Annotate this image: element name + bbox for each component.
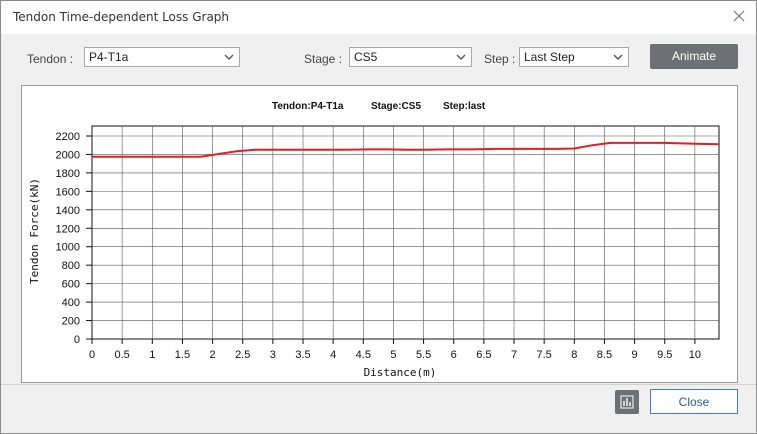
y-axis-label: Tendon Force(kN): [28, 178, 41, 284]
tendon-label: Tendon :: [27, 52, 74, 66]
title-bar: Tendon Time-dependent Loss Graph: [1, 1, 756, 34]
x-tick-label: 8.5: [597, 349, 612, 361]
x-tick-label: 5: [390, 349, 396, 361]
chevron-down-icon: [456, 54, 466, 60]
x-tick-label: 4.5: [356, 349, 371, 361]
x-axis-label: Distance(m): [364, 366, 437, 379]
x-tick-label: 6: [451, 349, 457, 361]
window-title: Tendon Time-dependent Loss Graph: [13, 10, 230, 24]
x-tick-label: 5.5: [416, 349, 431, 361]
chart-view-button[interactable]: [615, 390, 639, 414]
x-tick-label: 0.5: [114, 349, 129, 361]
tendon-force-chart: Tendon:P4-T1a Stage:CS5 Step:last 020040…: [28, 101, 720, 379]
close-button[interactable]: Close: [650, 389, 738, 414]
y-tick-label: 400: [62, 297, 80, 309]
chart-header-tendon: Tendon:P4-T1a: [272, 101, 344, 112]
y-tick-label: 200: [62, 316, 80, 328]
chevron-down-icon: [613, 54, 623, 60]
step-select[interactable]: Last Step: [519, 47, 629, 67]
stage-select-value: CS5: [354, 50, 378, 64]
y-tick-label: 1800: [56, 168, 80, 180]
x-tick-label: 3: [270, 349, 276, 361]
step-label: Step :: [484, 52, 516, 66]
tendon-select-value: P4-T1a: [89, 50, 129, 64]
x-tick-label: 1: [149, 349, 155, 361]
y-tick-label: 1400: [56, 205, 80, 217]
stage-label: Stage :: [304, 52, 343, 66]
y-tick-label: 800: [62, 260, 80, 272]
x-tick-label: 9: [632, 349, 638, 361]
x-tick-label: 2.5: [235, 349, 250, 361]
bar-chart-icon: [620, 395, 634, 409]
chevron-down-icon: [224, 54, 234, 60]
x-tick-label: 7: [511, 349, 517, 361]
tendon-select[interactable]: P4-T1a: [84, 47, 240, 67]
x-tick-label: 6.5: [476, 349, 491, 361]
x-tick-label: 3.5: [295, 349, 310, 361]
y-tick-label: 1600: [56, 186, 80, 198]
stage-select[interactable]: CS5: [349, 47, 472, 67]
footer-divider: [1, 384, 756, 385]
x-tick-label: 4: [330, 349, 336, 361]
x-tick-label: 7.5: [537, 349, 552, 361]
dialog-window: Tendon Time-dependent Loss Graph Tendon …: [0, 0, 757, 434]
chart-panel: Tendon:P4-T1a Stage:CS5 Step:last 0 200 40…: [21, 85, 738, 383]
y-tick-label: 1000: [56, 242, 80, 254]
animate-button[interactable]: Animate: [650, 44, 738, 69]
x-tick-label: 8: [571, 349, 577, 361]
y-tick-label: 600: [62, 279, 80, 291]
x-tick-label: 9.5: [657, 349, 672, 361]
y-tick-label: 2000: [56, 149, 80, 161]
x-tick-label: 0: [89, 349, 95, 361]
x-tick-label: 1.5: [175, 349, 190, 361]
y-tick-label: 0: [74, 334, 80, 346]
y-tick-label: 2200: [56, 131, 80, 143]
x-tick-label: 2: [210, 349, 216, 361]
chart-header-step: Step:last: [443, 101, 486, 112]
step-select-value: Last Step: [524, 50, 575, 64]
close-icon[interactable]: [730, 7, 748, 25]
x-tick-label: 10: [689, 349, 701, 361]
plot-area: [91, 125, 720, 340]
y-tick-label: 1200: [56, 223, 80, 235]
chart-header-stage: Stage:CS5: [371, 101, 421, 112]
